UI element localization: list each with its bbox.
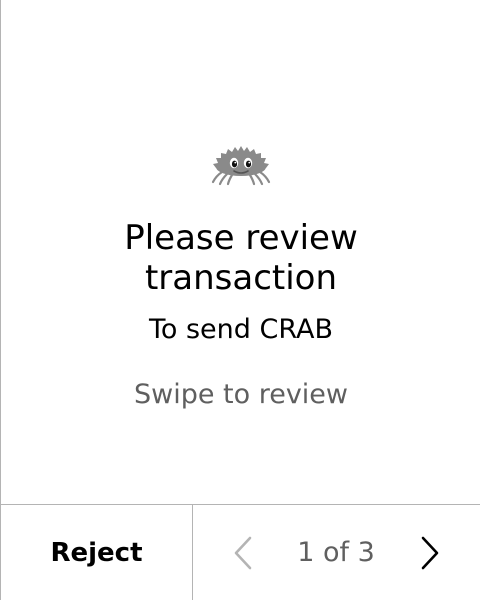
review-content[interactable]: Please review transaction To send CRAB S… bbox=[1, 0, 480, 504]
pager: 1 of 3 bbox=[193, 505, 480, 600]
footer-bar: Reject 1 of 3 bbox=[1, 504, 480, 600]
review-subtitle: To send CRAB bbox=[148, 314, 334, 345]
swipe-hint: Swipe to review bbox=[133, 379, 349, 410]
review-title-line-2: transaction bbox=[144, 258, 338, 298]
reject-button[interactable]: Reject bbox=[1, 505, 193, 600]
chevron-left-icon bbox=[234, 536, 252, 570]
previous-page-button[interactable] bbox=[223, 533, 263, 573]
page-indicator: 1 of 3 bbox=[297, 537, 375, 568]
review-screen: Please review transaction To send CRAB S… bbox=[0, 0, 480, 600]
review-title-line-1: Please review bbox=[124, 218, 358, 258]
chevron-right-icon bbox=[421, 536, 439, 570]
next-page-button[interactable] bbox=[410, 533, 450, 573]
crab-icon bbox=[211, 146, 271, 186]
review-title: Please review transaction bbox=[1, 218, 480, 298]
